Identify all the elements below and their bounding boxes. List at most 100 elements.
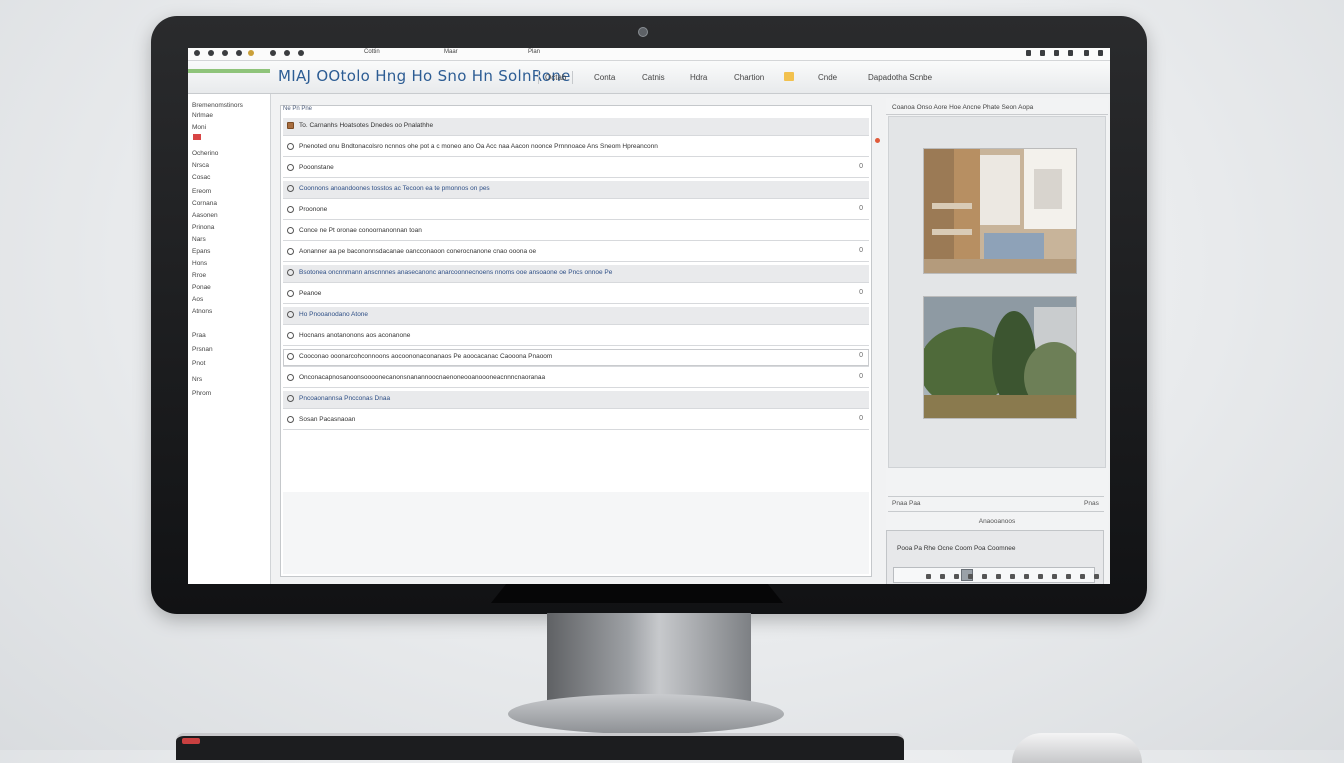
sidebar-item[interactable]: Nrsca bbox=[192, 162, 209, 169]
sidebar-item[interactable]: Bremenomstinors bbox=[192, 102, 243, 109]
status-icon[interactable] bbox=[1098, 50, 1103, 56]
attachment-icon[interactable]: 0 bbox=[859, 247, 863, 254]
sidebar-item[interactable]: Aasonen bbox=[192, 212, 218, 219]
workshop-image[interactable] bbox=[923, 148, 1077, 274]
attachment-icon[interactable]: 0 bbox=[859, 373, 863, 380]
app-logo-bar bbox=[188, 69, 270, 73]
tool-icon[interactable] bbox=[954, 574, 959, 579]
list-item[interactable]: Ho Pnooanodano Atone bbox=[283, 307, 869, 325]
menu-icon[interactable] bbox=[222, 50, 228, 56]
menu-icon[interactable] bbox=[208, 50, 214, 56]
tool-icon[interactable] bbox=[1038, 574, 1043, 579]
tab-cnde[interactable]: Cnde bbox=[812, 71, 843, 84]
tab-catnis[interactable]: Catnis bbox=[636, 71, 671, 84]
list-item[interactable]: Onconacapnosanoonsoooonecanonsnanannoocn… bbox=[283, 370, 869, 388]
sidebar-item[interactable]: Ereom bbox=[192, 188, 211, 195]
tool-icon[interactable] bbox=[926, 574, 931, 579]
status-icon[interactable] bbox=[1040, 50, 1045, 56]
sidebar-item[interactable]: Nars bbox=[192, 236, 206, 243]
tab-conta[interactable]: Conta bbox=[588, 71, 621, 84]
tool-icon[interactable] bbox=[1024, 574, 1029, 579]
status-icon bbox=[287, 353, 294, 360]
menu-item[interactable]: Plan bbox=[528, 49, 540, 55]
tool-icon[interactable] bbox=[1080, 574, 1085, 579]
list-item[interactable]: Pncoaonannsa Pncconas Dnaa bbox=[283, 391, 869, 409]
list-item[interactable]: Hocnans anotanonons aos aconanone bbox=[283, 328, 869, 346]
attachment-icon[interactable]: 0 bbox=[859, 205, 863, 212]
status-icon bbox=[287, 164, 294, 171]
status-icon[interactable] bbox=[1026, 50, 1031, 56]
attachment-icon[interactable]: 0 bbox=[859, 352, 863, 359]
preview-panel: Coanoa Onso Aore Hoe Ancne Phate Seon Ao… bbox=[886, 98, 1108, 584]
sidebar-item[interactable]: Praa bbox=[192, 332, 206, 339]
mouse bbox=[1012, 733, 1142, 763]
list-item[interactable]: Sosan Pacasnaoan 0 bbox=[283, 412, 869, 430]
sidebar-item[interactable]: Prsnan bbox=[192, 346, 213, 353]
menu-icon[interactable] bbox=[298, 50, 304, 56]
sidebar-item[interactable]: Pnot bbox=[192, 360, 205, 367]
status-icon bbox=[287, 248, 294, 255]
tab-octab[interactable]: Octab bbox=[538, 71, 574, 84]
list-item[interactable]: Coonnons anoandoones tosstos ac Tecoon e… bbox=[283, 181, 869, 199]
list-item[interactable]: Bsotonea oncnnmann anscnnnes anasecanonc… bbox=[283, 265, 869, 283]
sidebar-item[interactable]: Epans bbox=[192, 248, 210, 255]
tool-icon[interactable] bbox=[1094, 574, 1099, 579]
preview-header-text: Coanoa Onso Aore Hoe Ancne Phate Seon Ao… bbox=[892, 104, 1034, 111]
sidebar-item[interactable]: Cosac bbox=[192, 174, 210, 181]
tab-hdra[interactable]: Hdra bbox=[684, 71, 713, 84]
apple-icon[interactable] bbox=[194, 50, 200, 56]
attachment-icon[interactable]: 0 bbox=[859, 415, 863, 422]
status-icon[interactable] bbox=[1054, 50, 1059, 56]
tool-icon[interactable] bbox=[968, 574, 973, 579]
sidebar-item[interactable]: Ocherino bbox=[192, 150, 218, 157]
sidebar-item[interactable]: Nrlmae bbox=[192, 112, 213, 119]
status-icon[interactable] bbox=[1068, 50, 1073, 56]
sidebar-item[interactable]: Phrom bbox=[192, 390, 211, 397]
list-item[interactable]: Pooonstane 0 bbox=[283, 160, 869, 178]
sidebar-item[interactable]: Cornana bbox=[192, 200, 217, 207]
tool-icon[interactable] bbox=[1010, 574, 1015, 579]
preview-caption-row: Pnaa Paa Pnas bbox=[888, 496, 1104, 512]
tool-icon[interactable] bbox=[996, 574, 1001, 579]
sidebar-item[interactable]: Hons bbox=[192, 260, 207, 267]
tool-icon[interactable] bbox=[982, 574, 987, 579]
sidebar-item[interactable]: Atnons bbox=[192, 308, 212, 315]
status-icon bbox=[287, 185, 294, 192]
sidebar-item[interactable]: Aos bbox=[192, 296, 203, 303]
list-item[interactable]: Aonanner aa pe bacononnsdacanae oanccona… bbox=[283, 244, 869, 262]
sidebar: Bremenomstinors Nrlmae Moni Ocherino Nrs… bbox=[188, 94, 271, 584]
list-item[interactable]: Peanoe 0 bbox=[283, 286, 869, 304]
list-item-text: Aonanner aa pe bacononnsdacanae oanccona… bbox=[299, 248, 537, 255]
list-item-text: Ho Pnooanodano Atone bbox=[299, 311, 369, 318]
sidebar-item[interactable]: Prinona bbox=[192, 224, 214, 231]
menu-icon[interactable] bbox=[236, 50, 242, 56]
status-icon[interactable] bbox=[1084, 50, 1089, 56]
attachment-icon[interactable]: 0 bbox=[859, 289, 863, 296]
list-item[interactable]: Proonone 0 bbox=[283, 202, 869, 220]
menu-icon[interactable] bbox=[248, 50, 254, 56]
tool-icon[interactable] bbox=[940, 574, 945, 579]
attachment-icon[interactable]: 0 bbox=[859, 163, 863, 170]
status-icon bbox=[287, 416, 294, 423]
screen: Cottin Maar Plan MIAJ OOtolo Hng Ho Sno … bbox=[188, 48, 1110, 584]
menu-icon[interactable] bbox=[270, 50, 276, 56]
tab-dapadotha[interactable]: Dapadotha Scnbe bbox=[862, 71, 938, 84]
list-item[interactable]: Conce ne Pt oronae conoornanonnan toan bbox=[283, 223, 869, 241]
sidebar-item[interactable]: Moni bbox=[192, 124, 206, 131]
list-item[interactable]: To. Carnanhs Hoatsotes Dnedes oo Pnalath… bbox=[283, 118, 869, 136]
tool-icon[interactable] bbox=[1066, 574, 1071, 579]
tool-icon[interactable] bbox=[1052, 574, 1057, 579]
sidebar-item[interactable]: Nrs bbox=[192, 376, 202, 383]
list-item-text: Pncoaonannsa Pncconas Dnaa bbox=[299, 395, 391, 402]
menu-item[interactable]: Cottin bbox=[364, 49, 380, 55]
scroll-indicator-icon[interactable] bbox=[875, 138, 880, 143]
menu-icon[interactable] bbox=[284, 50, 290, 56]
list-item[interactable]: Pnenoted onu Bndtonacolsro ncnnos ohe po… bbox=[283, 139, 869, 157]
landscape-image[interactable] bbox=[923, 296, 1077, 419]
sidebar-item[interactable]: Ponae bbox=[192, 284, 211, 291]
menu-item[interactable]: Maar bbox=[444, 49, 458, 55]
tab-chartion[interactable]: Chartion bbox=[728, 71, 770, 84]
sidebar-item[interactable]: Rroe bbox=[192, 272, 206, 279]
list-item[interactable]: Cooconao ooonarcohconnoons aocoononacona… bbox=[283, 349, 869, 367]
message-list-panel: Ne Pn Pne To. Carnanhs Hoatsotes Dnedes … bbox=[280, 105, 872, 577]
